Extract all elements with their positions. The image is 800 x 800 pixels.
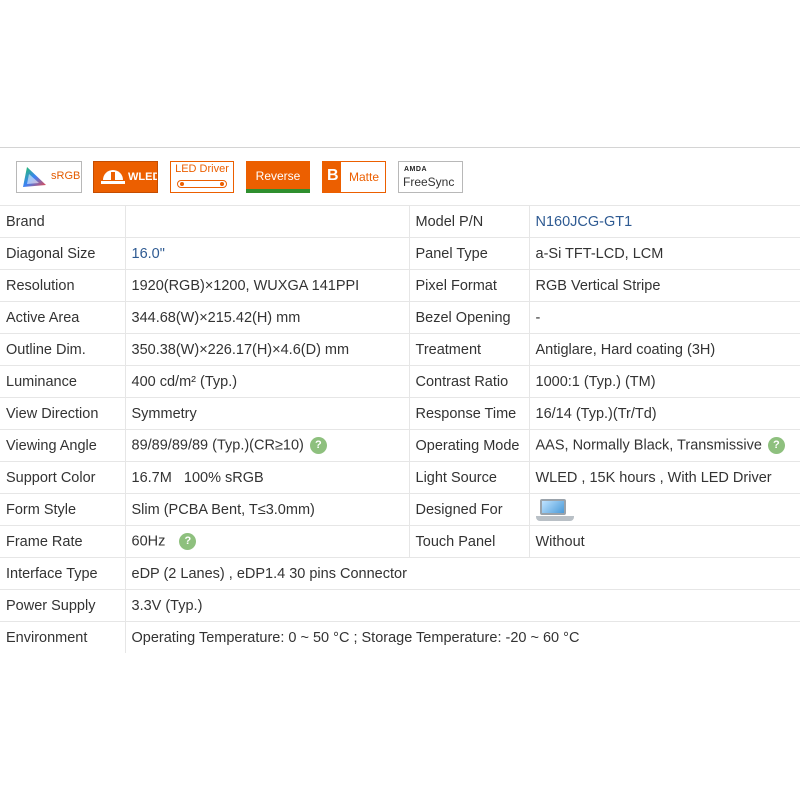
- spec-label: Interface Type: [6, 565, 98, 582]
- wled-badge[interactable]: WLED: [93, 161, 158, 193]
- viewing-angle-cell: 89/89/89/89 (Typ.)(CR≥10)?: [124, 429, 409, 462]
- form-style-value: Slim (PCBA Bent, T≤3.0mm): [124, 493, 409, 526]
- interface-value: eDP (2 Lanes) , eDP1.4 30 pins Connector: [124, 557, 800, 590]
- spec-label: View Direction: [6, 405, 99, 422]
- spec-label: Diagonal Size: [6, 245, 96, 262]
- matte-badge[interactable]: B Matte: [322, 161, 386, 193]
- table-row: View Direction Symmetry Response Time 16…: [0, 397, 800, 430]
- matte-badge-label: Matte: [349, 170, 380, 184]
- luminance-value: 400 cd/m² (Typ.): [124, 365, 409, 398]
- spec-label: Support Color: [6, 469, 96, 486]
- table-row: Active Area 344.68(W)×215.42(H) mm Bezel…: [0, 301, 800, 334]
- led-driver-badge-label: LED Driver: [175, 163, 229, 175]
- spec-label: Designed For: [408, 493, 529, 526]
- spec-label: Touch Panel: [408, 525, 529, 558]
- led-driver-badge[interactable]: LED Driver: [170, 161, 234, 193]
- viewing-angle-value: 89/89/89/89 (Typ.)(CR≥10): [131, 437, 304, 454]
- view-direction-value: Symmetry: [124, 397, 409, 430]
- freesync-badge-label: FreeSync: [403, 175, 455, 189]
- spec-label: Brand: [6, 213, 45, 230]
- table-row: Support Color 16.7M 100% sRGB Light Sour…: [0, 461, 800, 494]
- bezel-value: -: [528, 301, 800, 334]
- wled-badge-label: WLED: [128, 171, 158, 183]
- table-row: Viewing Angle 89/89/89/89 (Typ.)(CR≥10)?…: [0, 429, 800, 462]
- help-icon[interactable]: ?: [767, 437, 785, 454]
- reverse-badge-label: Reverse: [255, 169, 301, 183]
- active-area-value: 344.68(W)×215.42(H) mm: [124, 301, 409, 334]
- spec-label: Power Supply: [6, 597, 96, 614]
- spec-label: Form Style: [6, 501, 77, 518]
- spec-label: Resolution: [6, 277, 75, 294]
- table-row: Diagonal Size 16.0" Panel Type a-Si TFT-…: [0, 237, 800, 270]
- reverse-badge[interactable]: Reverse: [246, 161, 310, 193]
- led-lamp-icon: [103, 170, 123, 180]
- spec-label: Environment: [6, 629, 88, 646]
- diagonal-value: 16.0": [124, 237, 409, 270]
- operating-mode-cell: AAS, Normally Black, Transmissive?: [528, 429, 800, 462]
- spec-label: Contrast Ratio: [408, 365, 529, 398]
- outline-value: 350.38(W)×226.17(H)×4.6(D) mm: [124, 333, 409, 366]
- treatment-value: Antiglare, Hard coating (3H): [528, 333, 800, 366]
- top-divider: [0, 147, 800, 148]
- support-color-value: 16.7M 100% sRGB: [124, 461, 409, 494]
- table-row: Frame Rate 60Hz? Touch Panel Without: [0, 525, 800, 558]
- spec-label: Response Time: [408, 397, 529, 430]
- model-value: N160JCG-GT1: [528, 205, 800, 238]
- laptop-icon: [535, 497, 574, 523]
- touch-panel-value: Without: [528, 525, 800, 558]
- environment-value: Operating Temperature: 0 ~ 50 °C ; Stora…: [124, 621, 800, 653]
- help-icon[interactable]: ?: [309, 437, 327, 454]
- spec-label: Operating Mode: [408, 429, 529, 462]
- table-row: Outline Dim. 350.38(W)×226.17(H)×4.6(D) …: [0, 333, 800, 366]
- spec-label: Pixel Format: [408, 269, 529, 302]
- led-driver-icon: [177, 180, 227, 188]
- spec-label: Viewing Angle: [6, 437, 97, 454]
- table-row: Interface Type eDP (2 Lanes) , eDP1.4 30…: [0, 557, 800, 590]
- brand-value: [124, 205, 409, 238]
- table-row: Brand Model P/N N160JCG-GT1: [0, 205, 800, 238]
- operating-mode-value: AAS, Normally Black, Transmissive: [535, 437, 762, 454]
- pixel-format-value: RGB Vertical Stripe: [528, 269, 800, 302]
- light-source-value: WLED , 15K hours , With LED Driver: [528, 461, 800, 494]
- response-time-value: 16/14 (Typ.)(Tr/Td): [528, 397, 800, 430]
- freesync-badge[interactable]: AMDA FreeSync: [398, 161, 463, 193]
- spec-label: Model P/N: [408, 205, 529, 238]
- srgb-badge[interactable]: sRGB: [16, 161, 82, 193]
- table-row: Luminance 400 cd/m² (Typ.) Contrast Rati…: [0, 365, 800, 398]
- spec-label: Bezel Opening: [408, 301, 529, 334]
- feature-badges: sRGB WLED LED Driver Reverse B Matte AMD…: [0, 161, 800, 195]
- spec-label: Active Area: [6, 309, 80, 326]
- frame-rate-value: 60Hz: [131, 533, 166, 550]
- table-row: Environment Operating Temperature: 0 ~ 5…: [0, 621, 800, 653]
- help-icon[interactable]: ?: [179, 533, 197, 550]
- matte-icon: B: [323, 162, 341, 192]
- panel-type-value: a-Si TFT-LCD, LCM: [528, 237, 800, 270]
- spec-label: Frame Rate: [6, 533, 83, 550]
- srgb-badge-label: sRGB: [51, 170, 81, 182]
- designed-for-cell: [528, 493, 800, 526]
- spec-label: Treatment: [408, 333, 529, 366]
- table-row: Resolution 1920(RGB)×1200, WUXGA 141PPI …: [0, 269, 800, 302]
- spec-label: Panel Type: [408, 237, 529, 270]
- table-row: Form Style Slim (PCBA Bent, T≤3.0mm) Des…: [0, 493, 800, 526]
- spec-label: Light Source: [408, 461, 529, 494]
- table-row: Power Supply 3.3V (Typ.): [0, 589, 800, 622]
- power-value: 3.3V (Typ.): [124, 589, 800, 622]
- contrast-value: 1000:1 (Typ.) (TM): [528, 365, 800, 398]
- amd-logo: AMDA: [404, 166, 427, 173]
- spec-label: Outline Dim.: [6, 341, 86, 358]
- resolution-value: 1920(RGB)×1200, WUXGA 141PPI: [124, 269, 409, 302]
- spec-label: Luminance: [6, 373, 77, 390]
- color-gamut-icon: [23, 167, 46, 187]
- spec-table: Brand Model P/N N160JCG-GT1 Diagonal Siz…: [0, 205, 800, 653]
- frame-rate-cell: 60Hz?: [124, 525, 409, 558]
